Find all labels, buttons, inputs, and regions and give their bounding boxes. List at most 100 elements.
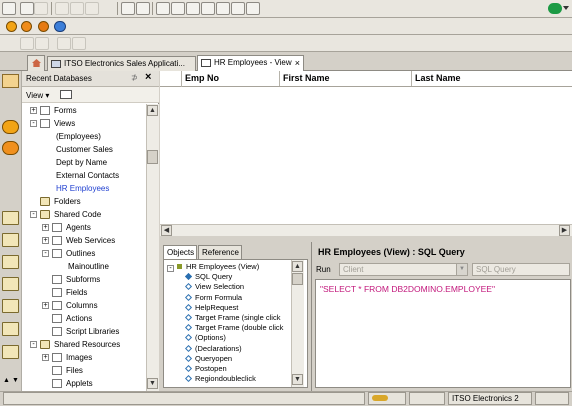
object-item[interactable]: (Declarations) xyxy=(185,344,291,354)
expand-icon[interactable]: + xyxy=(42,237,49,244)
code-editor[interactable]: "SELECT * FROM DB2DOMINO.EMPLOYEE" xyxy=(315,279,571,388)
close-icon[interactable]: × xyxy=(145,71,151,83)
collapse-icon[interactable]: - xyxy=(30,341,37,348)
tree-item[interactable]: Customer Sales xyxy=(22,143,146,156)
scroll-left-arrow-icon[interactable]: ◀ xyxy=(161,225,172,236)
folder-icon[interactable] xyxy=(2,277,19,291)
tree-item[interactable]: Mainoutline xyxy=(22,260,146,273)
column-header-last-name[interactable]: Last Name xyxy=(412,71,560,86)
tree-item[interactable]: - Shared Code xyxy=(22,208,146,221)
object-item[interactable]: - HR Employees (View) xyxy=(167,262,291,272)
tree-item[interactable]: + Agents xyxy=(22,221,146,234)
pin-icon[interactable]: ⊅ xyxy=(131,73,138,82)
copy-icon[interactable] xyxy=(70,2,84,15)
tab-itso-electronics[interactable]: ITSO Electronics Sales Applicati... xyxy=(47,56,196,71)
cut-icon[interactable] xyxy=(55,2,69,15)
tree-scrollbar[interactable]: ▲ ▼ xyxy=(146,104,159,391)
tree-item[interactable]: - Shared Resources xyxy=(22,338,146,351)
tree-item[interactable]: HR Employees xyxy=(22,182,146,195)
collapse-icon[interactable]: - xyxy=(42,250,49,257)
folder-icon[interactable] xyxy=(2,255,19,269)
object-item[interactable]: SQL Query xyxy=(185,272,291,282)
tree-item[interactable]: Script Libraries xyxy=(22,325,146,338)
folder-icon[interactable] xyxy=(2,345,19,359)
tree-item[interactable]: (Employees) xyxy=(22,130,146,143)
recent-databases-icon[interactable] xyxy=(2,74,19,88)
save-icon[interactable] xyxy=(20,2,34,15)
object-item[interactable]: (Options) xyxy=(185,333,291,343)
collapse-icon[interactable]: - xyxy=(30,211,37,218)
language-select[interactable]: SQL Query xyxy=(472,263,570,276)
expand-icon[interactable]: + xyxy=(42,354,49,361)
tree-item[interactable]: Folders xyxy=(22,195,146,208)
new-folder-icon[interactable] xyxy=(60,90,72,99)
expand-icon[interactable]: + xyxy=(42,224,49,231)
scroll-up-arrow-icon[interactable]: ▲ xyxy=(147,105,158,116)
tree-item[interactable]: Subforms xyxy=(22,273,146,286)
run-select[interactable]: Client ▼ xyxy=(339,263,468,276)
folder-icon[interactable] xyxy=(2,322,19,336)
expand-icon[interactable]: + xyxy=(30,107,37,114)
objects-scrollbar[interactable]: ▲ ▼ xyxy=(291,260,304,387)
expand-icon[interactable]: + xyxy=(42,302,49,309)
object-item[interactable]: Queryopen xyxy=(185,354,291,364)
tree-item[interactable]: Fields xyxy=(22,286,146,299)
object-item[interactable]: Postopen xyxy=(185,364,291,374)
append-column-icon[interactable] xyxy=(186,2,200,15)
scroll-up-arrow-icon[interactable]: ▲ xyxy=(292,261,303,272)
status-mail-icon[interactable] xyxy=(535,392,569,405)
tree-item[interactable]: External Contacts xyxy=(22,169,146,182)
form-properties-icon[interactable] xyxy=(231,2,245,15)
status-signal-icon[interactable] xyxy=(368,392,406,405)
tree-item[interactable]: Files xyxy=(22,364,146,377)
tab-hr-employees-view[interactable]: HR Employees - View × xyxy=(197,55,304,71)
view-properties-icon[interactable] xyxy=(216,2,230,15)
paste-icon[interactable] xyxy=(85,2,99,15)
grid-hscrollbar[interactable]: ◀ ▶ xyxy=(160,224,572,236)
insert-column-icon[interactable] xyxy=(171,2,185,15)
chevron-down-icon[interactable]: ▼ xyxy=(456,264,467,275)
folder-icon[interactable] xyxy=(2,299,19,313)
tree-item[interactable]: Applets xyxy=(22,377,146,390)
chat-icon[interactable] xyxy=(35,37,49,50)
preview-icon[interactable] xyxy=(156,2,170,15)
object-item[interactable]: Target Frame (double click xyxy=(185,323,291,333)
unlock-icon[interactable] xyxy=(72,37,86,50)
tree-item[interactable]: + Images xyxy=(22,351,146,364)
lock-icon[interactable] xyxy=(57,37,71,50)
discuss-icon[interactable] xyxy=(20,37,34,50)
scroll-down-arrow-icon[interactable]: ▼ xyxy=(147,378,158,389)
scroll-up-icon[interactable]: ▲ xyxy=(3,377,10,384)
web-icon[interactable] xyxy=(54,21,66,32)
tree-item[interactable]: + Columns xyxy=(22,299,146,312)
object-item[interactable]: Regiondoubleclick xyxy=(185,374,291,384)
scroll-down-arrow-icon[interactable]: ▼ xyxy=(292,374,303,385)
object-item[interactable]: Form Formula xyxy=(185,293,291,303)
tree-item[interactable]: - Views xyxy=(22,117,146,130)
view-menu[interactable]: View ▾ xyxy=(26,91,49,100)
new-design-icon[interactable] xyxy=(121,2,135,15)
refresh-icon[interactable] xyxy=(246,2,260,15)
column-header-emp-no[interactable]: Emp No xyxy=(182,71,280,86)
object-item[interactable]: View Selection xyxy=(185,282,291,292)
agenda-icon[interactable] xyxy=(38,21,49,32)
workspace-icon[interactable] xyxy=(21,21,32,32)
tree-item[interactable]: - Outlines xyxy=(22,247,146,260)
home-tab[interactable] xyxy=(27,55,45,71)
scroll-thumb[interactable] xyxy=(147,150,158,164)
folder-icon[interactable] xyxy=(2,211,19,225)
status-location-icon[interactable] xyxy=(409,392,445,405)
object-item[interactable]: Target Frame (single click xyxy=(185,313,291,323)
chevron-down-icon[interactable] xyxy=(563,6,569,10)
tree-item[interactable]: Actions xyxy=(22,312,146,325)
scroll-right-arrow-icon[interactable]: ▶ xyxy=(559,225,570,236)
menu-icon[interactable] xyxy=(2,2,16,15)
close-tab-icon[interactable]: × xyxy=(295,57,300,70)
tab-reference[interactable]: Reference xyxy=(198,245,242,259)
db2-bookmark-icon[interactable] xyxy=(2,120,19,134)
ibm-db2-icon[interactable] xyxy=(6,21,17,32)
collapse-icon[interactable]: - xyxy=(167,265,174,272)
design-properties-icon[interactable] xyxy=(136,2,150,15)
object-item[interactable]: HelpRequest xyxy=(185,303,291,313)
open-icon[interactable] xyxy=(34,2,48,15)
